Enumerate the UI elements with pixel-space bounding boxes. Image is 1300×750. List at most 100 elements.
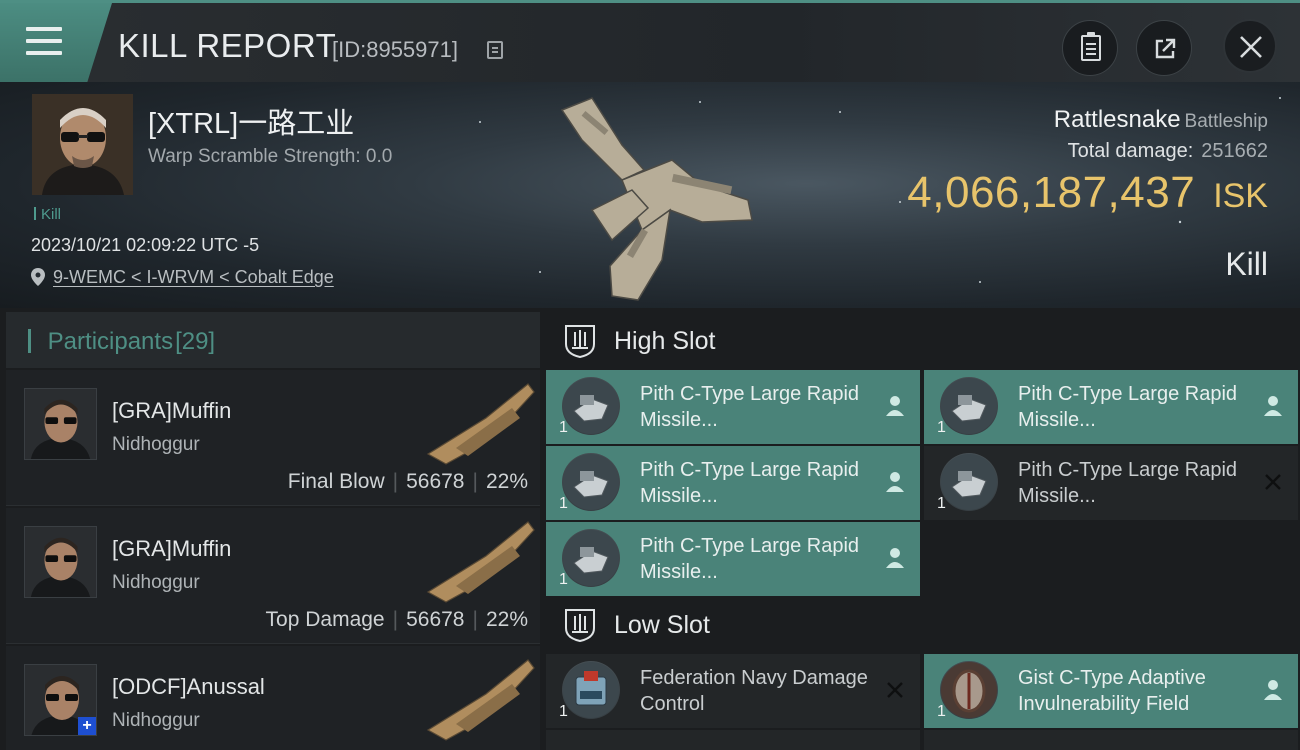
header-bar: KILL REPORT [ID:8955971] (0, 0, 1300, 82)
participant-avatar (24, 388, 97, 460)
page-title: KILL REPORT (118, 27, 337, 64)
participant-stats: Top Damage | 56678 | 22% (265, 608, 528, 631)
module-item[interactable]: 1 Pith C-Type Large Rapid Missile... (546, 446, 920, 520)
close-icon (1240, 36, 1262, 58)
module-item[interactable]: 1 Pith C-Type Large Rapid Missile... (924, 370, 1298, 444)
missile-launcher-icon (562, 377, 620, 435)
participant-name: [GRA]Muffin (112, 536, 232, 561)
victim-ship-render (560, 97, 753, 301)
destroyed-x-icon (1265, 474, 1281, 490)
participant-role: Final Blow (287, 470, 385, 493)
high-slot-icon (565, 325, 595, 358)
missile-launcher-icon (562, 453, 620, 511)
destroyed-x-icon (887, 682, 903, 698)
module-quantity: 1 (559, 495, 568, 512)
fitting-panel: High Slot 1 Pith C-Type Large Rapid Miss… (546, 312, 1300, 750)
person-icon (1264, 680, 1282, 700)
participants-panel: Participants[29] [GRA]Muffin Nidhoggur F… (6, 312, 540, 750)
low-slot-next-row (546, 730, 1300, 750)
victim-ship-class: Battleship (1184, 111, 1268, 132)
victim-ship-name: Rattlesnake (1053, 106, 1181, 133)
module-name: Gist C-Type Adaptive Invulnerability Fie… (1018, 667, 1206, 715)
low-slot-header: Low Slot (546, 596, 1300, 654)
participant-damage: 56678 (406, 608, 465, 631)
clipboard-icon (1081, 32, 1101, 61)
close-button[interactable] (1223, 19, 1277, 73)
module-name: Federation Navy Damage Control (640, 667, 868, 715)
person-icon (886, 396, 904, 416)
participant-ship-render (426, 659, 535, 741)
module-item[interactable]: 1 Gist C-Type Adaptive Invulnerability F… (924, 654, 1298, 728)
module-name: Pith C-Type Large Rapid Missile... (640, 383, 860, 431)
share-icon (1155, 38, 1176, 59)
participant-percent: 22% (485, 470, 528, 493)
clipboard-button[interactable] (1062, 20, 1118, 76)
isk-unit: ISK (1213, 177, 1268, 215)
participant-stats: Final Blow | 56678 | 22% (287, 470, 528, 493)
kill-tag: Kill (34, 206, 61, 223)
low-slot-grid: 1 Federation Navy Damage Control 1 Gist … (546, 654, 1300, 728)
high-slot-label: High Slot (614, 326, 716, 355)
module-quantity: 1 (559, 571, 568, 588)
kill-id: [ID:8955971] (332, 37, 458, 62)
participant-ship-render (426, 383, 535, 465)
hamburger-icon (26, 27, 62, 55)
victim-ship[interactable]: Rattlesnake Battleship (1054, 106, 1268, 134)
high-slot-header: High Slot (546, 312, 1300, 370)
participant-name: [ODCF]Anussal (112, 674, 265, 699)
module-item[interactable]: 1 Federation Navy Damage Control (546, 654, 920, 728)
missile-launcher-icon (940, 453, 998, 511)
module-name: Pith C-Type Large Rapid Missile... (640, 535, 860, 583)
participant-ship: Nidhoggur (112, 710, 200, 731)
participant-ship-render (426, 521, 535, 603)
kill-location[interactable]: 9-WEMC < I-WRVM < Cobalt Edge (31, 267, 334, 288)
copy-icon[interactable] (487, 41, 503, 59)
shield-hardener-icon (940, 661, 998, 719)
module-item[interactable]: 1 Pith C-Type Large Rapid Missile... (924, 446, 1298, 520)
kill-result: Kill (1225, 246, 1268, 282)
warp-scramble-strength: Warp Scramble Strength: 0.0 (148, 146, 393, 167)
participants-label: Participants (47, 328, 174, 355)
participant-damage: 56678 (406, 470, 465, 493)
participant-avatar (24, 526, 97, 598)
victim-avatar (32, 94, 133, 195)
total-damage-value: 251662 (1201, 140, 1268, 162)
total-damage: Total damage: 251662 (1068, 140, 1268, 163)
module-item[interactable]: 1 Pith C-Type Large Rapid Missile... (546, 522, 920, 596)
isk-value: 4,066,187,437 ISK (907, 168, 1268, 218)
location-link[interactable]: 9-WEMC < I-WRVM < Cobalt Edge (53, 267, 334, 287)
damage-control-icon (562, 661, 620, 719)
isk-amount: 4,066,187,437 (907, 168, 1196, 217)
module-quantity: 1 (559, 703, 568, 720)
low-slot-icon (565, 609, 595, 642)
participant-name: [GRA]Muffin (112, 398, 232, 423)
participant-row[interactable]: + [ODCF]Anussal Nidhoggur (6, 646, 540, 750)
participant-role: Top Damage (265, 608, 385, 631)
participant-ship: Nidhoggur (112, 572, 200, 593)
module-quantity: 1 (937, 703, 946, 720)
participant-avatar: + (24, 664, 97, 736)
participant-row[interactable]: [GRA]Muffin Nidhoggur Top Damage | 56678 | 2… (6, 508, 540, 644)
module-name: Pith C-Type Large Rapid Missile... (640, 459, 860, 507)
participant-percent: 22% (485, 608, 528, 631)
person-icon (886, 472, 904, 492)
participants-count: [29] (175, 328, 216, 355)
participant-ship: Nidhoggur (112, 434, 200, 455)
missile-launcher-icon (940, 377, 998, 435)
kill-timestamp: 2023/10/21 02:09:22 UTC -5 (31, 235, 260, 255)
menu-button[interactable] (0, 3, 112, 82)
module-quantity: 1 (559, 419, 568, 436)
module-item[interactable]: 1 Pith C-Type Large Rapid Missile... (546, 370, 920, 444)
module-quantity: 1 (937, 419, 946, 436)
module-name: Pith C-Type Large Rapid Missile... (1018, 383, 1238, 431)
participants-header: Participants[29] (6, 312, 540, 368)
high-slot-grid: 1 Pith C-Type Large Rapid Missile... 1 P… (546, 370, 1300, 596)
victim-pilot-name[interactable]: [XTRL]一路工业 (148, 100, 354, 142)
low-slot-label: Low Slot (614, 610, 710, 639)
participant-row[interactable]: [GRA]Muffin Nidhoggur Final Blow | 56678 | 2… (6, 370, 540, 506)
share-button[interactable] (1136, 20, 1192, 76)
module-name: Pith C-Type Large Rapid Missile... (1018, 459, 1238, 507)
missile-launcher-icon (562, 529, 620, 587)
plus-badge-icon: + (78, 717, 96, 735)
person-icon (1264, 396, 1282, 416)
